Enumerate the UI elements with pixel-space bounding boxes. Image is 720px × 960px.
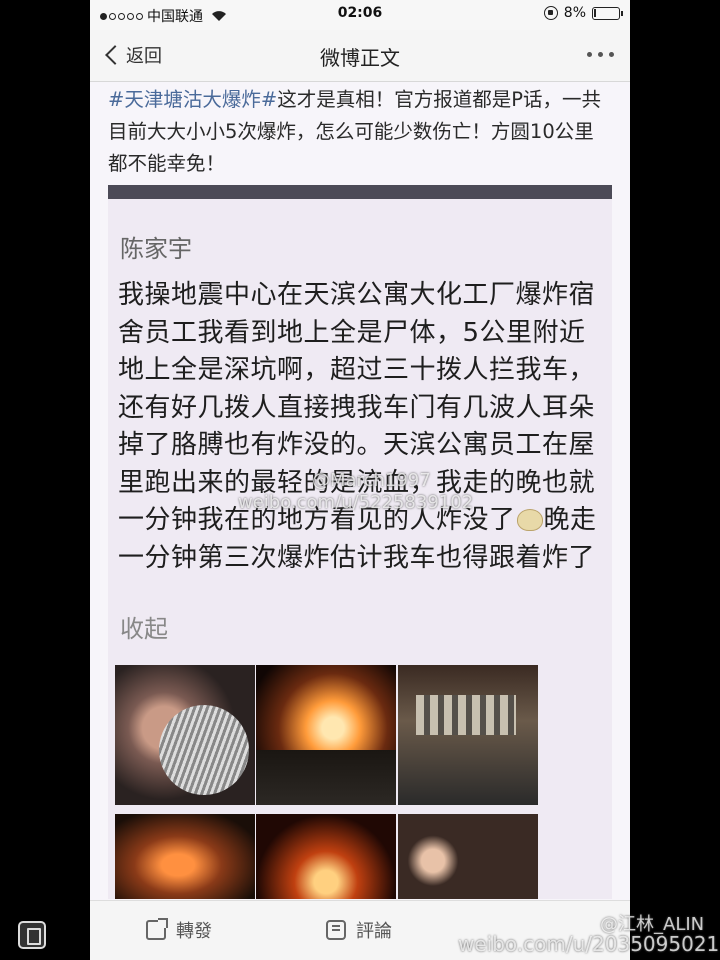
comment-icon bbox=[326, 920, 346, 940]
comment-label: 評論 bbox=[356, 921, 392, 942]
forward-button[interactable]: 轉發 bbox=[146, 917, 212, 943]
battery-fill bbox=[594, 8, 596, 17]
photo-thumbnail[interactable] bbox=[115, 665, 255, 805]
post-text: #天津塘沽大爆炸#这才是真相！官方报道都是P话，一共目前大大小小5次爆炸，怎么可… bbox=[108, 84, 613, 180]
page-title: 微博正文 bbox=[320, 46, 400, 70]
photo-thumbnail[interactable] bbox=[256, 665, 396, 805]
more-options-icon[interactable] bbox=[587, 52, 614, 57]
hashtag-link[interactable]: #天津塘沽大爆炸# bbox=[108, 88, 277, 111]
battery-percent: 8% bbox=[563, 5, 586, 21]
forward-label: 轉發 bbox=[176, 921, 212, 942]
divider bbox=[108, 185, 612, 199]
collapse-link[interactable]: 收起 bbox=[120, 609, 168, 644]
battery-icon bbox=[592, 6, 623, 20]
watermark-url: weibo.com/u/5225839102 bbox=[238, 492, 474, 513]
status-bar: 中国联通 02:06 8% bbox=[90, 0, 630, 30]
photo-thumbnail[interactable] bbox=[115, 814, 255, 899]
document-icon[interactable] bbox=[18, 921, 46, 949]
rotation-lock-icon bbox=[543, 6, 558, 20]
watermark-user: @March1997 bbox=[312, 470, 431, 491]
comment-button[interactable]: 評論 bbox=[326, 917, 392, 943]
photo-thumbnail[interactable] bbox=[256, 814, 396, 899]
share-icon bbox=[146, 918, 168, 940]
repost-text: 我操地震中心在天滨公寓大化工厂爆炸宿舍员工我看到地上全是尸体，5公里附近地上全是… bbox=[118, 277, 604, 577]
status-right: 8% bbox=[543, 5, 623, 21]
repost-author[interactable]: 陈家宇 bbox=[120, 229, 192, 264]
watermark-url-bottom: weibo.com/u/2035095021 bbox=[458, 932, 720, 956]
photo-thumbnail[interactable] bbox=[398, 665, 538, 805]
nav-bar: 返回 微博正文 bbox=[90, 30, 630, 82]
photo-thumbnail[interactable] bbox=[398, 814, 538, 899]
repost-card: 陈家宇 我操地震中心在天滨公寓大化工厂爆炸宿舍员工我看到地上全是尸体，5公里附近… bbox=[108, 199, 612, 899]
owl-emoji-icon bbox=[516, 509, 543, 531]
